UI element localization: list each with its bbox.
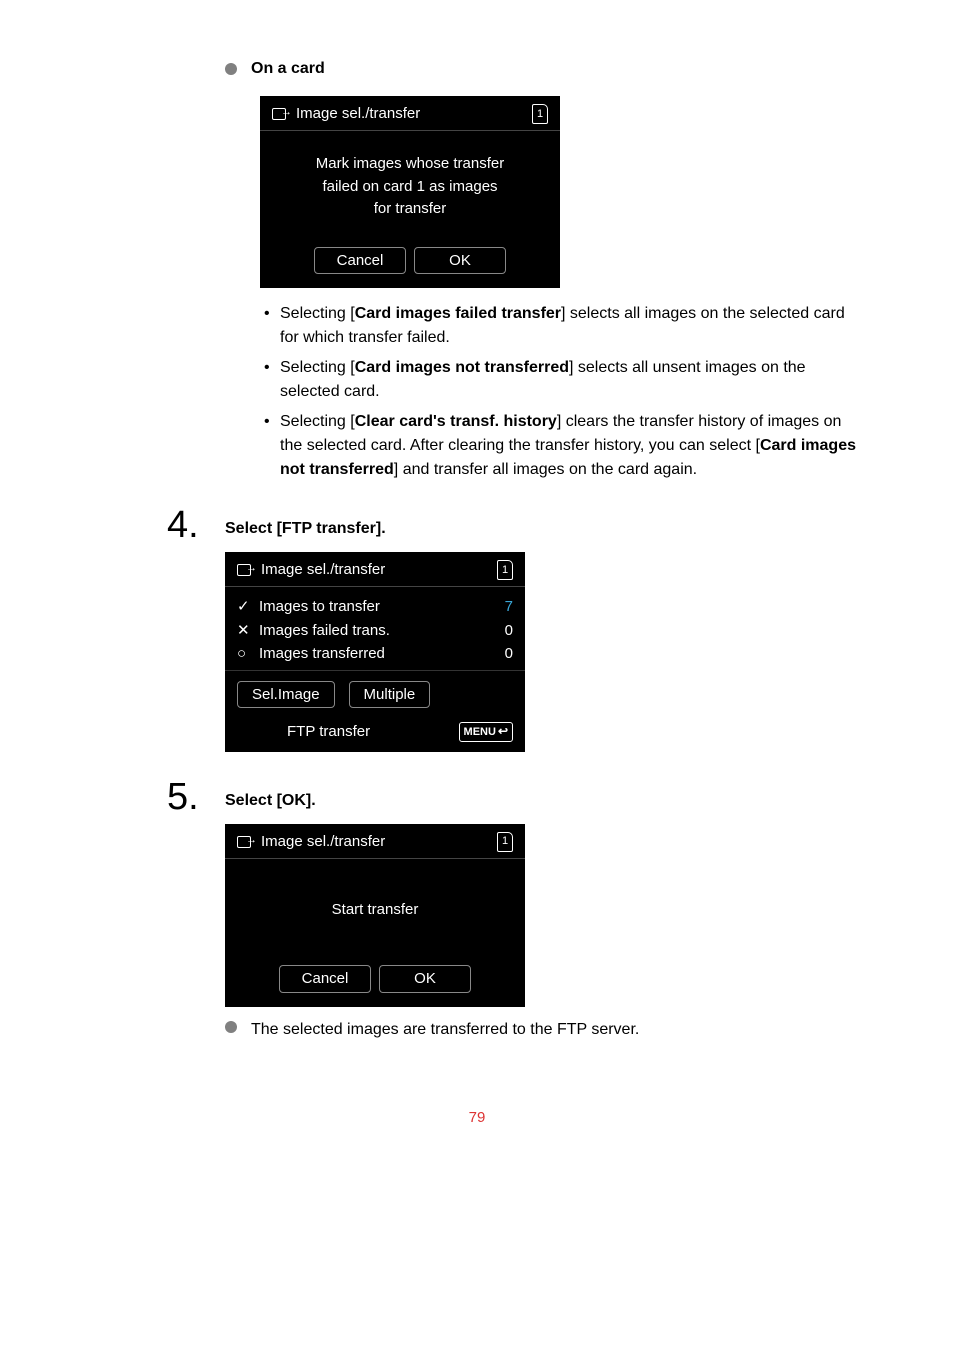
sel-image-button[interactable]: Sel.Image bbox=[237, 681, 335, 709]
bullet-icon bbox=[225, 1021, 237, 1033]
option-card-images-not-transferred: Card images not transferred bbox=[355, 359, 569, 376]
images-to-transfer-value: 7 bbox=[505, 597, 513, 617]
option-clear-history: Clear card's transf. history bbox=[355, 413, 557, 430]
dialog-msg-line1: Mark images whose transfer bbox=[272, 153, 548, 176]
images-failed-value: 0 bbox=[505, 621, 513, 641]
multiple-button[interactable]: Multiple bbox=[349, 681, 431, 709]
list-item: Selecting [Clear card's transf. history]… bbox=[260, 410, 864, 482]
transfer-icon bbox=[272, 107, 290, 121]
card-icon: 1 bbox=[497, 832, 513, 852]
dialog-msg-line2: failed on card 1 as images bbox=[272, 176, 548, 199]
menu-back-badge[interactable]: MENU bbox=[459, 722, 513, 742]
list-item: Selecting [Card images not transferred] … bbox=[260, 356, 864, 404]
option-card-images-failed-transfer: Card images failed transfer bbox=[355, 305, 561, 322]
on-a-card-heading: On a card bbox=[251, 60, 325, 78]
final-note-text: The selected images are transferred to t… bbox=[251, 1021, 639, 1039]
text: Selecting [ bbox=[280, 305, 355, 322]
cancel-button[interactable]: Cancel bbox=[279, 965, 371, 993]
dialog-title: Image sel./transfer bbox=[261, 560, 385, 580]
images-failed-label: Images failed trans. bbox=[259, 621, 390, 641]
text: Selecting [ bbox=[280, 413, 355, 430]
images-to-transfer-label: Images to transfer bbox=[259, 597, 380, 617]
x-icon bbox=[237, 621, 251, 641]
screen-card-mark-dialog: Image sel./transfer 1 Mark images whose … bbox=[260, 96, 560, 288]
card-options-list: Selecting [Card images failed transfer] … bbox=[225, 302, 864, 482]
step-number-5: 5. bbox=[157, 778, 225, 816]
images-transferred-label: Images transferred bbox=[259, 644, 385, 664]
step-number-4: 4. bbox=[157, 506, 225, 544]
screen-start-transfer: Image sel./transfer 1 Start transfer Can… bbox=[225, 824, 525, 1007]
images-transferred-value: 0 bbox=[505, 644, 513, 664]
check-icon bbox=[237, 597, 251, 617]
dialog-msg-line3: for transfer bbox=[272, 198, 548, 221]
page-number: 79 bbox=[0, 1109, 954, 1126]
ok-button[interactable]: OK bbox=[414, 247, 506, 275]
card-icon: 1 bbox=[532, 104, 548, 124]
text: ] and transfer all images on the card ag… bbox=[394, 461, 697, 478]
step4-title: Select [FTP transfer]. bbox=[225, 520, 864, 538]
transfer-icon bbox=[237, 563, 255, 577]
text: Selecting [ bbox=[280, 359, 355, 376]
dialog-title: Image sel./transfer bbox=[296, 104, 420, 124]
ok-button[interactable]: OK bbox=[379, 965, 471, 993]
ftp-transfer-button[interactable]: FTP transfer bbox=[237, 722, 370, 742]
dialog-title: Image sel./transfer bbox=[261, 832, 385, 852]
list-item: Selecting [Card images failed transfer] … bbox=[260, 302, 864, 350]
bullet-icon bbox=[225, 63, 237, 75]
start-transfer-msg: Start transfer bbox=[237, 899, 513, 922]
step5-title: Select [OK]. bbox=[225, 792, 864, 810]
cancel-button[interactable]: Cancel bbox=[314, 247, 406, 275]
card-icon: 1 bbox=[497, 560, 513, 580]
circle-icon bbox=[237, 644, 251, 664]
screen-image-sel-transfer: Image sel./transfer 1 Images to transfer… bbox=[225, 552, 525, 752]
transfer-icon bbox=[237, 835, 255, 849]
